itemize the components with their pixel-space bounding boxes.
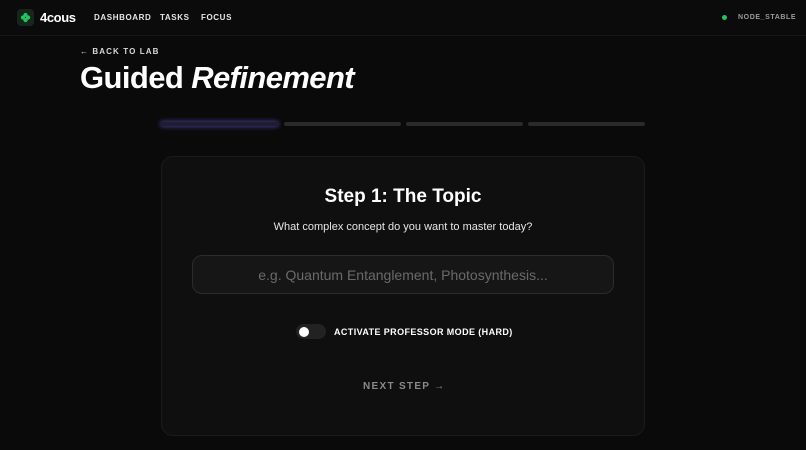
nav-tasks[interactable]: TASKS <box>160 13 190 22</box>
nav-focus[interactable]: FOCUS <box>201 13 232 22</box>
step-subtitle: What complex concept do you want to mast… <box>273 221 533 233</box>
progress-step-1 <box>161 122 278 126</box>
professor-mode-toggle[interactable] <box>296 324 326 339</box>
nav-dashboard[interactable]: DASHBOARD <box>94 13 151 22</box>
step-title: Step 1: The Topic <box>324 186 482 207</box>
clover-icon[interactable] <box>17 9 34 26</box>
status-label: NODE_STABLE <box>738 14 797 21</box>
page-title-italic: Refinement <box>191 60 355 95</box>
page-title-regular: Guided <box>80 60 184 95</box>
status-dot-icon <box>722 15 727 20</box>
back-to-lab-link[interactable]: ← BACK TO LAB <box>80 47 159 56</box>
topic-input[interactable] <box>192 255 614 294</box>
brand-logo[interactable]: 4cous <box>40 10 76 25</box>
top-nav-bar: 4cous DASHBOARD TASKS FOCUS NODE_STABLE <box>0 0 806 36</box>
toggle-knob <box>299 326 309 337</box>
professor-mode-label: ACTIVATE PROFESSOR MODE (HARD) <box>334 327 513 337</box>
progress-step-4 <box>528 122 645 126</box>
page-title: Guided Refinement <box>80 60 355 96</box>
progress-step-2 <box>284 122 401 126</box>
next-step-button[interactable]: NEXT STEP → <box>363 381 445 392</box>
progress-step-3 <box>406 122 523 126</box>
